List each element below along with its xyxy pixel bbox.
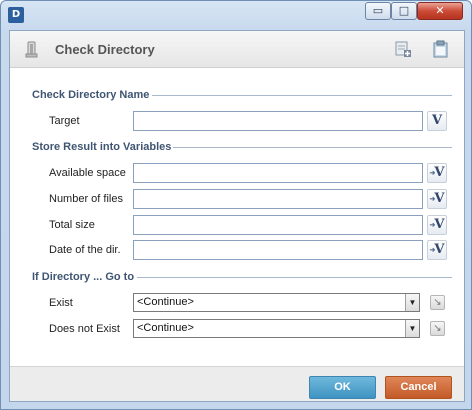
cancel-button[interactable]: Cancel <box>385 376 452 399</box>
section-title-directory-name: Check Directory Name <box>32 89 150 101</box>
section-divider <box>173 147 452 148</box>
section-title-store-result: Store Result into Variables <box>32 141 172 153</box>
ok-button[interactable]: OK <box>309 376 376 399</box>
section-divider <box>137 277 452 278</box>
number-of-files-input[interactable] <box>133 189 423 209</box>
available-space-input[interactable] <box>133 163 423 183</box>
does-not-exist-label: Does not Exist <box>49 323 120 335</box>
available-space-label: Available space <box>49 167 126 179</box>
does-not-exist-goto-icon[interactable]: ↘ <box>430 321 445 336</box>
date-of-dir-label: Date of the dir. <box>49 244 121 256</box>
chevron-down-icon[interactable]: ▼ <box>405 320 419 337</box>
dialog-title: Check Directory <box>55 42 155 57</box>
maximize-button[interactable]: □ <box>391 2 417 20</box>
new-item-icon[interactable] <box>394 40 412 58</box>
exist-dropdown[interactable]: <Continue> ▼ <box>133 293 420 312</box>
does-not-exist-dropdown[interactable]: <Continue> ▼ <box>133 319 420 338</box>
exist-selected-value: <Continue> <box>137 296 194 308</box>
target-label: Target <box>49 115 80 127</box>
date-of-dir-input[interactable] <box>133 240 423 260</box>
dialog-footer: OK Cancel <box>10 366 464 401</box>
title-bar[interactable]: D ▭ □ ✕ <box>1 1 471 27</box>
dialog-window: D ▭ □ ✕ Check Directory Check Directory … <box>0 0 472 410</box>
available-space-variable-button[interactable]: ➜V <box>427 163 447 183</box>
paste-icon[interactable] <box>433 40 449 58</box>
exist-goto-icon[interactable]: ↘ <box>430 295 445 310</box>
close-button[interactable]: ✕ <box>417 2 463 20</box>
section-divider <box>152 95 452 96</box>
number-of-files-label: Number of files <box>49 193 123 205</box>
minimize-button[interactable]: ▭ <box>365 2 391 20</box>
section-title-goto: If Directory ... Go to <box>32 271 135 283</box>
target-variable-button[interactable]: V <box>427 111 447 131</box>
directory-check-icon <box>25 41 38 58</box>
date-of-dir-variable-button[interactable]: ➜V <box>427 240 447 260</box>
exist-label: Exist <box>49 297 73 309</box>
chevron-down-icon[interactable]: ▼ <box>405 294 419 311</box>
number-of-files-variable-button[interactable]: ➜V <box>427 189 447 209</box>
target-input[interactable] <box>133 111 423 131</box>
app-logo-icon: D <box>8 7 24 23</box>
total-size-input[interactable] <box>133 215 423 235</box>
dialog-body: Check Directory Check Directory Name Tar… <box>9 30 465 402</box>
total-size-label: Total size <box>49 219 95 231</box>
dialog-header: Check Directory <box>10 31 464 68</box>
total-size-variable-button[interactable]: ➜V <box>427 215 447 235</box>
does-not-exist-selected-value: <Continue> <box>137 322 194 334</box>
